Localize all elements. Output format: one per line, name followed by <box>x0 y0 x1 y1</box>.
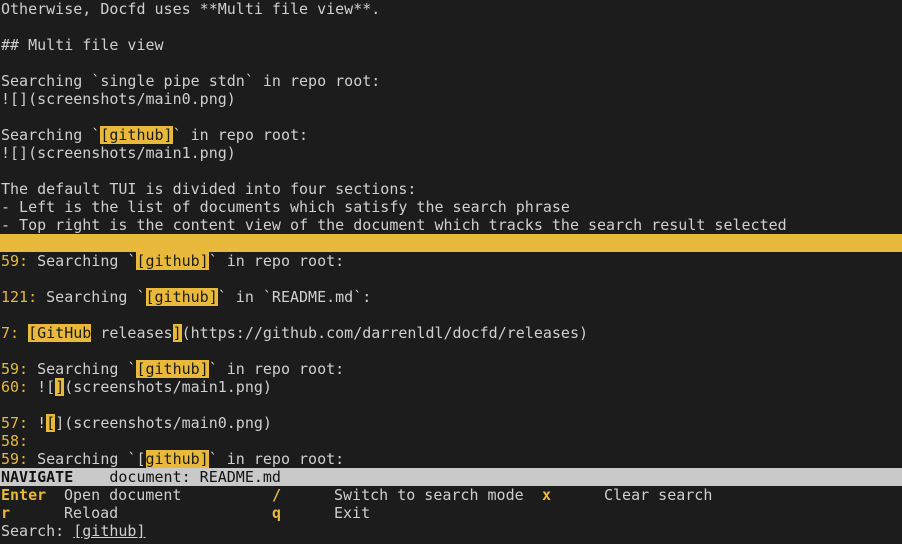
preview-line <box>0 108 902 126</box>
enter-key-hint[interactable]: Enter <box>1 486 46 504</box>
result-spacer <box>0 270 902 288</box>
search-result-item[interactable]: 59: Searching `[github]` in repo root: <box>0 450 902 468</box>
search-match-highlight: [github] <box>145 288 218 306</box>
search-result-item[interactable]: 60: ![](screenshots/main1.png) <box>0 378 902 396</box>
preview-line: Searching `single pipe stdn` in repo roo… <box>1 72 381 90</box>
search-match-highlight: ] <box>55 378 65 396</box>
search-result-item[interactable]: 59: Searching `[github]` in repo root: <box>0 360 902 378</box>
line-number: 7: <box>1 324 20 342</box>
result-spacer <box>0 396 902 414</box>
preview-text: Searching ` <box>1 126 101 144</box>
preview-line: ![](screenshots/main1.png) <box>1 144 236 162</box>
preview-line: Otherwise, Docfd uses **Multi file view*… <box>1 0 381 18</box>
search-match-highlight: [GitHub <box>28 324 92 342</box>
search-result-item[interactable]: 121: Searching `[github]` in `README.md`… <box>0 288 902 306</box>
search-match-highlight: [github] <box>136 252 209 270</box>
line-number: 59: <box>1 252 29 270</box>
search-result-item[interactable]: 59: Searching `[github]` in repo root: <box>0 252 902 270</box>
enter-key-label: Open document <box>64 486 182 504</box>
line-number: 60: <box>1 378 29 396</box>
keybinding-row: Enter Open document / Switch to search m… <box>0 486 902 504</box>
search-result-item[interactable]: 7: [GitHub releases](https://github.com/… <box>0 324 902 342</box>
search-match-highlight: [github] <box>136 360 209 378</box>
preview-line: - Left is the list of documents which sa… <box>1 198 570 216</box>
line-number: 57: <box>1 414 29 432</box>
q-key-hint[interactable]: q <box>272 504 281 522</box>
search-match-highlight: [ <box>46 414 56 432</box>
line-number: 121: <box>1 288 38 306</box>
line-number: 58: <box>1 432 29 450</box>
x-key-hint[interactable]: x <box>542 486 551 504</box>
preview-line <box>0 18 902 36</box>
current-document: document: README.md <box>73 468 281 486</box>
preview-line: The default TUI is divided into four sec… <box>1 180 417 198</box>
q-key-label: Exit <box>334 504 371 522</box>
preview-line: - Top right is the content view of the d… <box>1 216 787 234</box>
preview-line <box>0 162 902 180</box>
preview-line: ![](screenshots/main0.png) <box>1 90 236 108</box>
r-key-label: Reload <box>64 504 119 522</box>
preview-line <box>0 54 902 72</box>
slash-key-hint[interactable]: / <box>272 486 281 504</box>
search-match-highlight: [github] <box>100 126 173 144</box>
status-bar: NAVIGATE document: README.md <box>0 468 902 486</box>
search-input[interactable]: [github] <box>73 522 145 540</box>
preview-line: ## Multi file view <box>1 36 164 54</box>
result-spacer <box>0 342 902 360</box>
mode-indicator: NAVIGATE <box>1 468 74 486</box>
slash-key-label: Switch to search mode <box>334 486 524 504</box>
search-bar[interactable]: Search: [github] <box>0 522 902 540</box>
search-match-highlight: ] <box>172 324 182 342</box>
r-key-hint[interactable]: r <box>1 504 10 522</box>
keybinding-row: r Reload q Exit <box>0 504 902 522</box>
search-results-pane: 59: Searching `[github]` in repo root: 1… <box>0 252 902 468</box>
search-result-item[interactable]: 57: ![](screenshots/main0.png) <box>0 414 902 432</box>
pane-divider[interactable] <box>0 234 902 252</box>
line-number: 59: <box>1 450 29 468</box>
result-spacer <box>0 306 902 324</box>
search-result-item[interactable]: 58: <box>0 432 902 450</box>
line-number: 59: <box>1 360 29 378</box>
search-match-highlight: github] <box>145 450 209 468</box>
content-preview-pane: Otherwise, Docfd uses **Multi file view*… <box>0 0 902 234</box>
terminal-screen: Otherwise, Docfd uses **Multi file view*… <box>0 0 902 544</box>
search-label: Search: <box>1 522 74 540</box>
x-key-label: Clear search <box>604 486 713 504</box>
preview-text: ` in repo root: <box>172 126 309 144</box>
preview-line: Searching `[github]` in repo root: <box>0 126 902 144</box>
